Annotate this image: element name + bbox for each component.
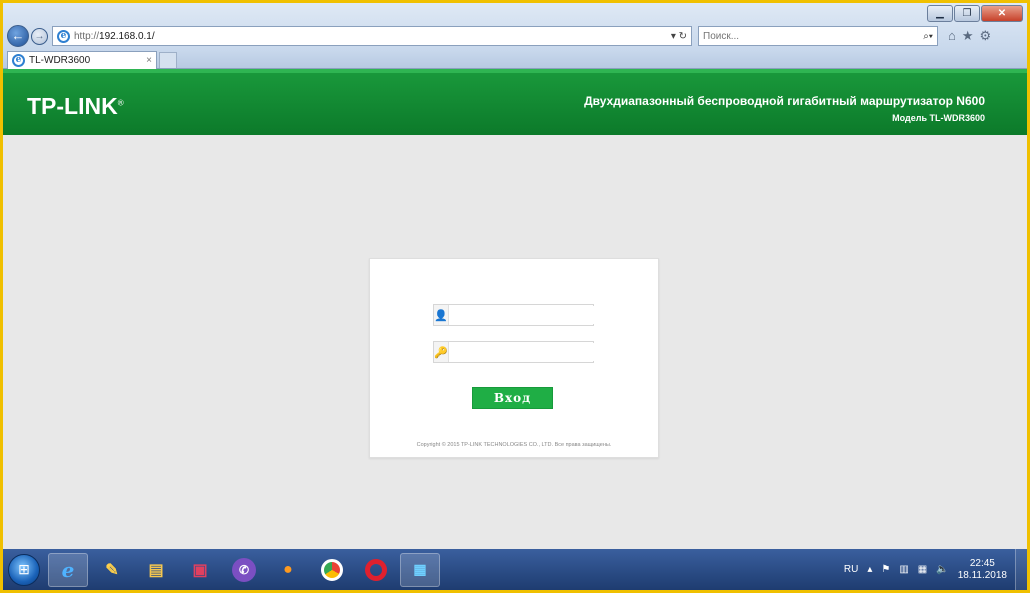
close-button[interactable]: ✕ [981, 5, 1023, 22]
user-icon: 👤 [434, 305, 449, 325]
router-title: Двухдиапазонный беспроводной гигабитный … [584, 94, 985, 108]
network-icon[interactable]: ▦ [918, 564, 927, 575]
username-input[interactable] [452, 306, 595, 324]
tab-close-icon[interactable]: × [146, 55, 152, 66]
tab-title: TL-WDR3600 [29, 55, 91, 66]
tab-strip: e TL-WDR3600 × [3, 50, 1027, 69]
back-button[interactable]: ← [7, 25, 29, 47]
clock-time: 22:45 [969, 557, 995, 569]
new-tab-button[interactable] [159, 52, 177, 68]
search-input[interactable] [703, 30, 903, 42]
tp-link-logo: TP-LINK® [27, 93, 124, 119]
language-indicator[interactable]: RU [844, 564, 858, 575]
screen-frame: ▁ ❐ ✕ ← → e http://192.168.0.1/ ▾ ↻ ⌕▾ ⌂… [0, 0, 1030, 593]
browser-right-icons: ⌂ ★ ⚙ [948, 28, 991, 44]
home-icon[interactable]: ⌂ [948, 28, 956, 44]
address-bar[interactable]: e http://192.168.0.1/ ▾ ↻ [52, 26, 692, 46]
ie-tab-icon: e [12, 54, 25, 67]
page-content: 👤 🔑 Вход Copyright © 2015 TP-LINK TECHNO… [3, 135, 1027, 549]
nav-row: ← → e http://192.168.0.1/ ▾ ↻ ⌕▾ ⌂ ★ ⚙ [7, 25, 1023, 47]
taskbar-internet-explorer-icon[interactable]: e [48, 552, 88, 587]
login-panel: 👤 🔑 Вход Copyright © 2015 TP-LINK TECHNO… [369, 258, 659, 458]
taskbar-chrome-icon[interactable] [312, 553, 352, 587]
show-desktop-button[interactable] [1015, 549, 1027, 590]
username-field[interactable]: 👤 [433, 304, 595, 326]
minimize-button[interactable]: ▁ [927, 5, 953, 22]
star-icon[interactable]: ★ [962, 28, 974, 44]
gear-icon[interactable]: ⚙ [980, 28, 992, 44]
taskbar-viber-icon[interactable]: ✆ [224, 553, 264, 587]
device-icon[interactable]: ▥ [899, 564, 908, 575]
taskbar-opera-icon[interactable] [356, 553, 396, 587]
window-controls: ▁ ❐ ✕ [927, 5, 1023, 22]
taskbar-save-icon[interactable]: ▣ [180, 553, 220, 587]
search-box[interactable]: ⌕▾ [698, 26, 938, 46]
browser-toolbar: ▁ ❐ ✕ ← → e http://192.168.0.1/ ▾ ↻ ⌕▾ ⌂… [3, 3, 1027, 50]
clock-date: 18.11.2018 [957, 569, 1007, 581]
taskbar-items: e ✎ ▤ ▣ ✆ ● ▦ [48, 552, 440, 587]
search-icon[interactable]: ⌕▾ [923, 31, 933, 42]
volume-icon[interactable]: 🔈 [936, 564, 948, 575]
start-button[interactable]: ⊞ [8, 553, 40, 586]
tab-tl-wdr3600[interactable]: e TL-WDR3600 × [7, 51, 157, 69]
password-input[interactable] [452, 343, 595, 361]
taskbar-paint-icon[interactable]: ✎ [92, 553, 132, 587]
password-field[interactable]: 🔑 [433, 341, 595, 363]
taskbar: ⊞ e ✎ ▤ ▣ ✆ ● ▦ RU ▴ ⚑ ▥ ▦ 🔈 22:45 18.11… [3, 549, 1027, 590]
system-tray: RU ▴ ⚑ ▥ ▦ 🔈 22:45 18.11.2018 [844, 558, 1015, 582]
maximize-button[interactable]: ❐ [954, 5, 980, 22]
refresh-icon[interactable]: ▾ ↻ [671, 31, 687, 42]
taskbar-file-explorer-icon[interactable]: ▤ [136, 553, 176, 587]
ie-page-icon: e [57, 29, 70, 43]
address-url: http://192.168.0.1/ [74, 30, 155, 42]
header-stripe [3, 69, 1027, 73]
key-icon: 🔑 [434, 342, 449, 362]
tray-expand-icon[interactable]: ▴ [867, 564, 872, 575]
router-header: TP-LINK® Двухдиапазонный беспроводной ги… [3, 69, 1027, 135]
login-button[interactable]: Вход [472, 387, 553, 409]
forward-button[interactable]: → [31, 27, 48, 45]
clock[interactable]: 22:45 18.11.2018 [958, 558, 1007, 582]
copyright-text: Copyright © 2015 TP-LINK TECHNOLOGIES CO… [416, 442, 612, 448]
taskbar-firefox-icon[interactable]: ● [268, 553, 308, 587]
router-model: Модель TL-WDR3600 [892, 113, 985, 123]
taskbar-remote-desktop-icon[interactable]: ▦ [400, 552, 440, 587]
flag-icon[interactable]: ⚑ [881, 564, 890, 575]
